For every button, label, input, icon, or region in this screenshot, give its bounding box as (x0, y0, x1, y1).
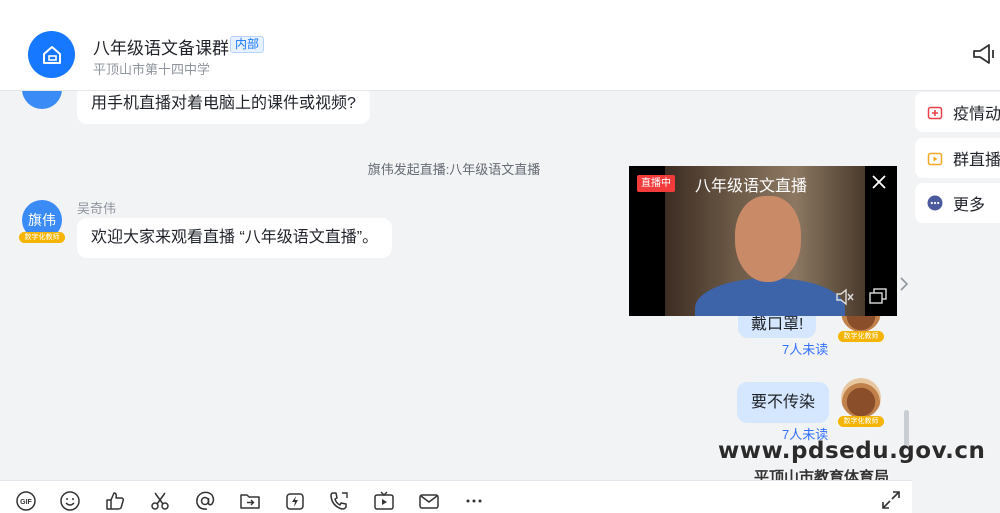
folder-send-icon[interactable] (239, 490, 261, 512)
chevron-right-icon[interactable] (895, 262, 912, 306)
expand-icon[interactable] (880, 489, 902, 511)
group-title[interactable]: 八年级语文备课群 (93, 34, 229, 59)
self-avatar[interactable] (841, 378, 881, 418)
close-icon[interactable] (871, 174, 887, 190)
emoji-icon[interactable] (59, 490, 81, 512)
self-message-bubble[interactable]: 要不传染 (737, 382, 830, 423)
more-icon[interactable] (463, 490, 485, 512)
watermark-url: www.pdsedu.gov.cn (718, 438, 986, 464)
group-avatar[interactable] (28, 31, 75, 78)
at-icon[interactable] (194, 490, 216, 512)
live-stream-window[interactable]: 直播中 八年级语文直播 (629, 166, 897, 316)
message-bubble[interactable]: 用手机直播对着电脑上的课件或视频? (77, 91, 370, 124)
announcement-icon[interactable] (971, 42, 997, 66)
side-item-more[interactable]: 更多 (915, 183, 1000, 223)
svg-text:GIF: GIF (20, 499, 32, 506)
popout-icon[interactable] (869, 288, 887, 304)
live-title: 八年级语文直播 (695, 178, 808, 195)
live-status-badge: 直播中 (637, 175, 675, 192)
live-tv-icon[interactable] (373, 490, 395, 512)
sender-name[interactable]: 吴奇伟 (77, 198, 116, 217)
side-item-epidemic[interactable]: 疫情动态 (915, 92, 1000, 132)
internal-badge: 内部 (230, 36, 265, 53)
side-item-group-live[interactable]: 群直播 (915, 138, 1000, 178)
side-item-label: 更多 (953, 197, 986, 214)
medical-kit-icon (927, 106, 943, 120)
chat-header: 八年级语文备课群 内部 平顶山市第十四中学 (0, 0, 1000, 91)
more-dots-icon (927, 195, 943, 211)
mute-icon[interactable] (835, 288, 855, 306)
phone-icon[interactable] (328, 490, 350, 512)
unread-count[interactable]: 7人未读 (782, 339, 828, 358)
side-item-label: 疫情动态 (953, 106, 1000, 123)
live-tv-icon (927, 152, 943, 166)
scissors-icon[interactable] (149, 490, 171, 512)
mail-icon[interactable] (418, 490, 440, 512)
avatar[interactable] (22, 91, 62, 109)
teacher-badge: 数字化教师 (19, 232, 65, 243)
gif-icon[interactable]: GIF (15, 490, 37, 512)
thumbs-up-icon[interactable] (104, 490, 126, 512)
input-toolbar: GIF (0, 480, 912, 513)
teacher-badge: 数字化教师 (838, 416, 884, 427)
side-item-label: 群直播 (953, 152, 1000, 169)
message-bubble[interactable]: 欢迎大家来观看直播 “八年级语文直播”。 (77, 218, 393, 258)
teacher-badge: 数字化教师 (838, 331, 884, 342)
group-subtitle: 平顶山市第十四中学 (93, 62, 211, 77)
home-icon (42, 45, 61, 64)
lightning-icon[interactable] (284, 490, 306, 512)
